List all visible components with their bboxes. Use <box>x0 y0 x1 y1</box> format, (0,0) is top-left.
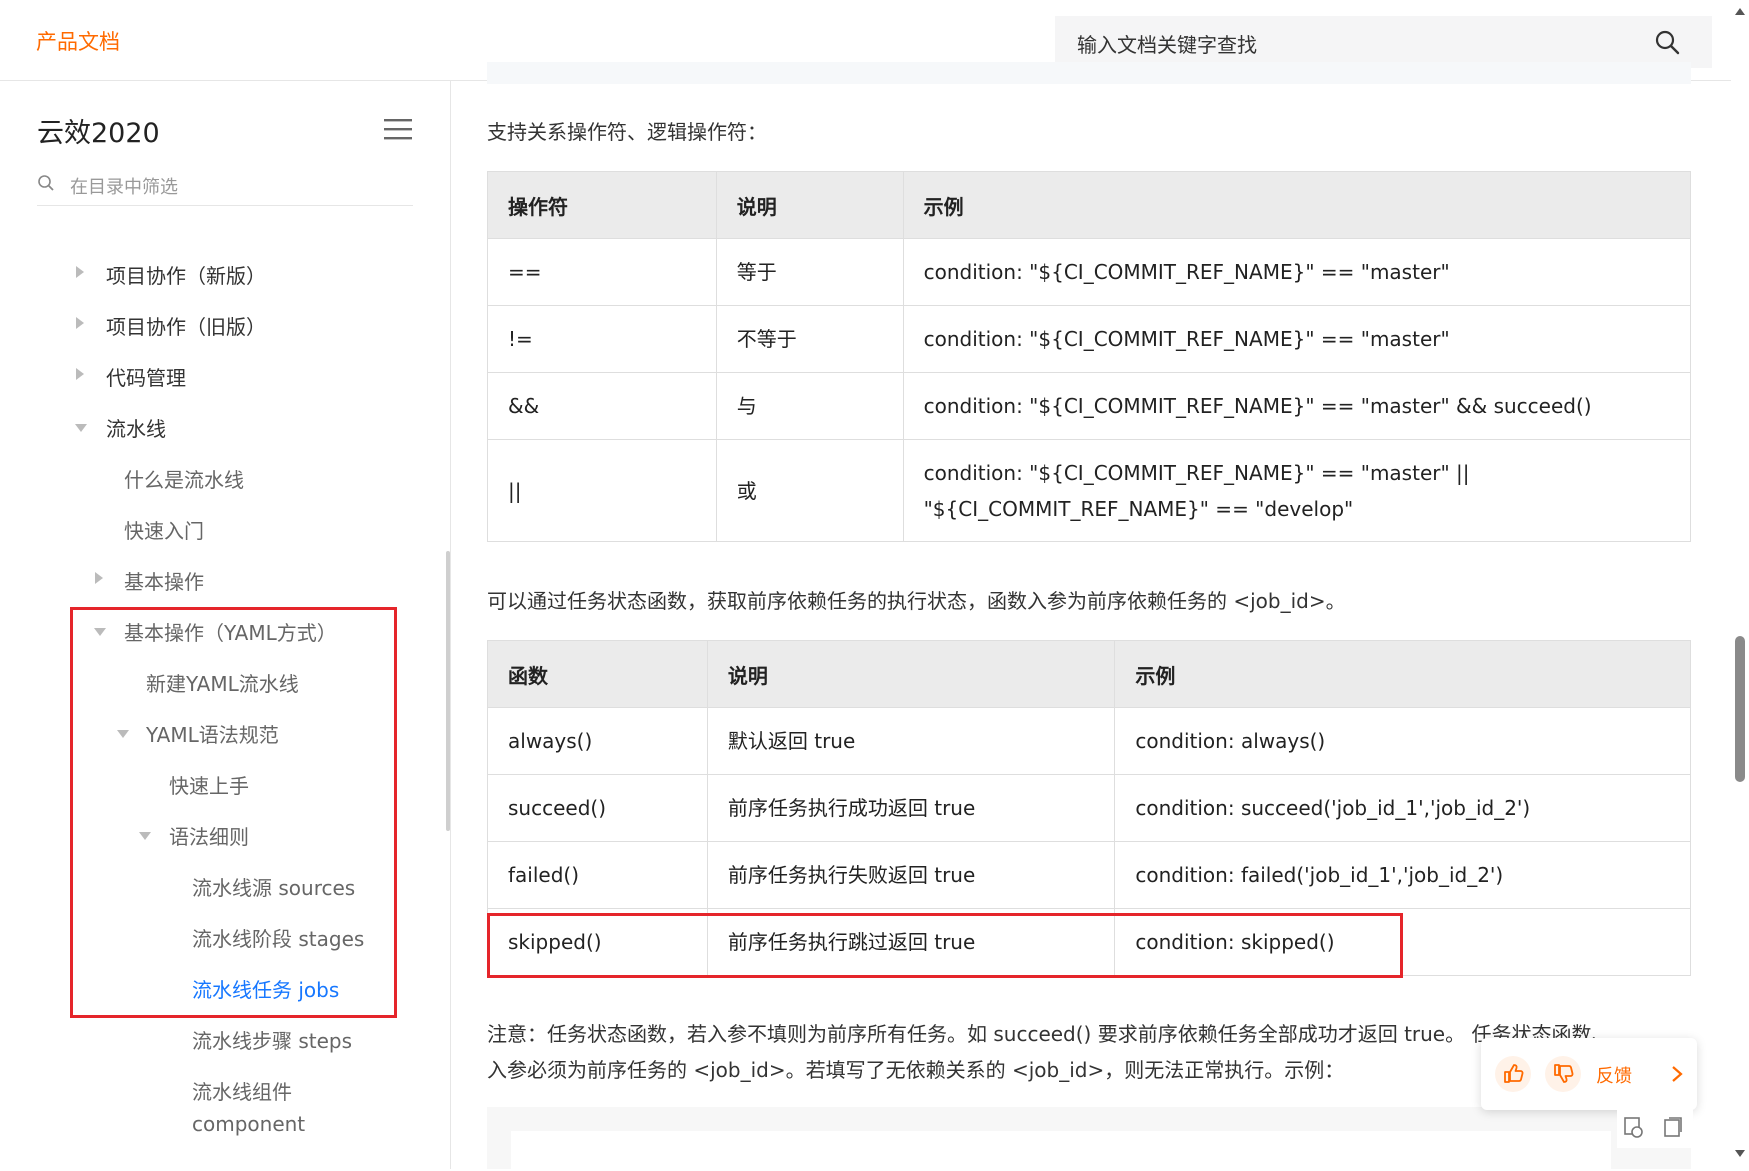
highlight-box-skipped-row <box>487 913 1403 978</box>
sidebar-item-quickstart[interactable]: 快速入门 <box>124 515 204 544</box>
sidebar-item-component[interactable]: 流水线组件 <box>192 1076 292 1105</box>
table-cell: succeed() <box>487 774 708 842</box>
copy-icon[interactable] <box>1617 1108 1693 1148</box>
table-cell: condition: "${CI_COMMIT_REF_NAME}" == "m… <box>902 439 1692 542</box>
chevron-down-icon[interactable] <box>75 424 87 432</box>
code-block-inner <box>511 1131 1611 1171</box>
thumbs-down-icon <box>1554 1064 1574 1083</box>
thumbs-up-button[interactable] <box>1495 1056 1531 1092</box>
table-cell: condition: succeed('job_id_1','job_id_2'… <box>1114 774 1691 842</box>
brand-link[interactable]: 产品文档 <box>36 26 120 56</box>
chevron-right-icon[interactable] <box>95 572 103 584</box>
table-cell: 不等于 <box>715 305 904 373</box>
search-placeholder: 输入文档关键字查找 <box>1077 33 1257 57</box>
table-cell-line: condition: "${CI_COMMIT_REF_NAME}" == "m… <box>923 460 1470 485</box>
table-row: && 与 condition: "${CI_COMMIT_REF_NAME}" … <box>487 372 1692 440</box>
function-intro-text: 可以通过任务状态函数，获取前序依赖任务的执行状态，函数入参为前序依赖任务的 <j… <box>487 589 1346 613</box>
table-header: 操作符 <box>487 171 717 239</box>
page-scrollbar[interactable] <box>1731 0 1749 1169</box>
doc-search-input[interactable]: 输入文档关键字查找 <box>1055 16 1712 68</box>
sidebar-item-basic-ops[interactable]: 基本操作 <box>124 566 204 595</box>
table-cell: condition: failed('job_id_1','job_id_2') <box>1114 841 1691 909</box>
search-icon <box>38 175 54 191</box>
table-cell: failed() <box>487 841 708 909</box>
sidebar-item-project-old[interactable]: 项目协作（旧版） <box>106 311 266 340</box>
chevron-right-icon[interactable] <box>76 317 84 329</box>
sidebar-filter-input[interactable]: 在目录中筛选 <box>37 167 413 206</box>
intro-text: 支持关系操作符、逻辑操作符： <box>487 120 767 144</box>
table-cell: condition: always() <box>1114 707 1691 775</box>
sidebar-item-component-cont[interactable]: component <box>192 1112 305 1136</box>
table-header: 示例 <box>902 171 1692 239</box>
search-icon[interactable] <box>1654 29 1680 55</box>
chevron-right-icon[interactable] <box>76 266 84 278</box>
sidebar-item-project-new[interactable]: 项目协作（新版） <box>106 260 266 289</box>
table-header: 示例 <box>1114 640 1691 708</box>
scroll-up-icon[interactable] <box>1735 8 1745 15</box>
table-cell: condition: "${CI_COMMIT_REF_NAME}" == "m… <box>902 372 1692 440</box>
sidebar-item-pipeline[interactable]: 流水线 <box>106 413 166 442</box>
table-header: 说明 <box>715 171 904 239</box>
table-cell: condition: "${CI_COMMIT_REF_NAME}" == "m… <box>902 305 1692 373</box>
table-cell: always() <box>487 707 708 775</box>
scrollbar-thumb[interactable] <box>1735 636 1745 782</box>
table-cell: 与 <box>715 372 904 440</box>
code-tools <box>1617 1108 1693 1148</box>
sidebar-title: 云效2020 <box>37 118 160 149</box>
highlight-box-sidebar <box>70 607 397 1018</box>
table-cell: condition: "${CI_COMMIT_REF_NAME}" == "m… <box>902 238 1692 306</box>
sidebar-item-what-is-pipeline[interactable]: 什么是流水线 <box>124 464 244 493</box>
table-cell: 等于 <box>715 238 904 306</box>
code-block <box>487 1107 1691 1171</box>
menu-icon[interactable] <box>384 117 412 141</box>
table-cell: != <box>487 305 717 373</box>
table-cell: == <box>487 238 717 306</box>
note-line-1: 注意：任务状态函数，若入参不填则为前序所有任务。如 succeed() 要求前序… <box>487 1022 1612 1046</box>
table-row: || 或 condition: "${CI_COMMIT_REF_NAME}" … <box>487 439 1692 542</box>
table-row: succeed() 前序任务执行成功返回 true condition: suc… <box>487 774 1691 842</box>
table-cell: 前序任务执行成功返回 true <box>706 774 1116 842</box>
table-row: failed() 前序任务执行失败返回 true condition: fail… <box>487 841 1691 909</box>
scroll-down-icon[interactable] <box>1735 1150 1745 1157</box>
table-cell: && <box>487 372 717 440</box>
filter-placeholder: 在目录中筛选 <box>70 177 178 198</box>
table-cell: 默认返回 true <box>706 707 1116 775</box>
operators-table: 操作符 说明 示例 == 等于 condition: "${CI_COMMIT_… <box>487 171 1692 542</box>
table-header: 函数 <box>487 640 708 708</box>
table-row: != 不等于 condition: "${CI_COMMIT_REF_NAME}… <box>487 305 1692 373</box>
code-block-top <box>487 62 1691 84</box>
table-cell: 前序任务执行失败返回 true <box>706 841 1116 909</box>
chevron-right-icon[interactable] <box>76 368 84 380</box>
thumbs-down-button[interactable] <box>1545 1056 1581 1092</box>
table-header-row: 函数 说明 示例 <box>487 640 1691 708</box>
table-cell: || <box>487 439 717 542</box>
table-cell: 或 <box>715 439 904 542</box>
table-cell-line: "${CI_COMMIT_REF_NAME}" == "develop" <box>923 496 1354 521</box>
chevron-right-icon[interactable] <box>1667 1063 1687 1085</box>
sidebar-scrollbar[interactable] <box>446 551 450 831</box>
table-header: 说明 <box>706 640 1116 708</box>
table-row: == 等于 condition: "${CI_COMMIT_REF_NAME}"… <box>487 238 1692 306</box>
note-line-2: 入参必须为前序任务的 <job_id>。若填写了无依赖关系的 <job_id>，… <box>487 1058 1345 1082</box>
sidebar-item-code[interactable]: 代码管理 <box>106 362 186 391</box>
sidebar-item-steps[interactable]: 流水线步骤 steps <box>192 1025 352 1054</box>
table-row: always() 默认返回 true condition: always() <box>487 707 1691 775</box>
table-header-row: 操作符 说明 示例 <box>487 171 1692 239</box>
feedback-label[interactable]: 反馈 <box>1596 1062 1632 1088</box>
thumbs-up-icon <box>1504 1064 1524 1083</box>
feedback-widget: 反馈 <box>1481 1038 1697 1110</box>
